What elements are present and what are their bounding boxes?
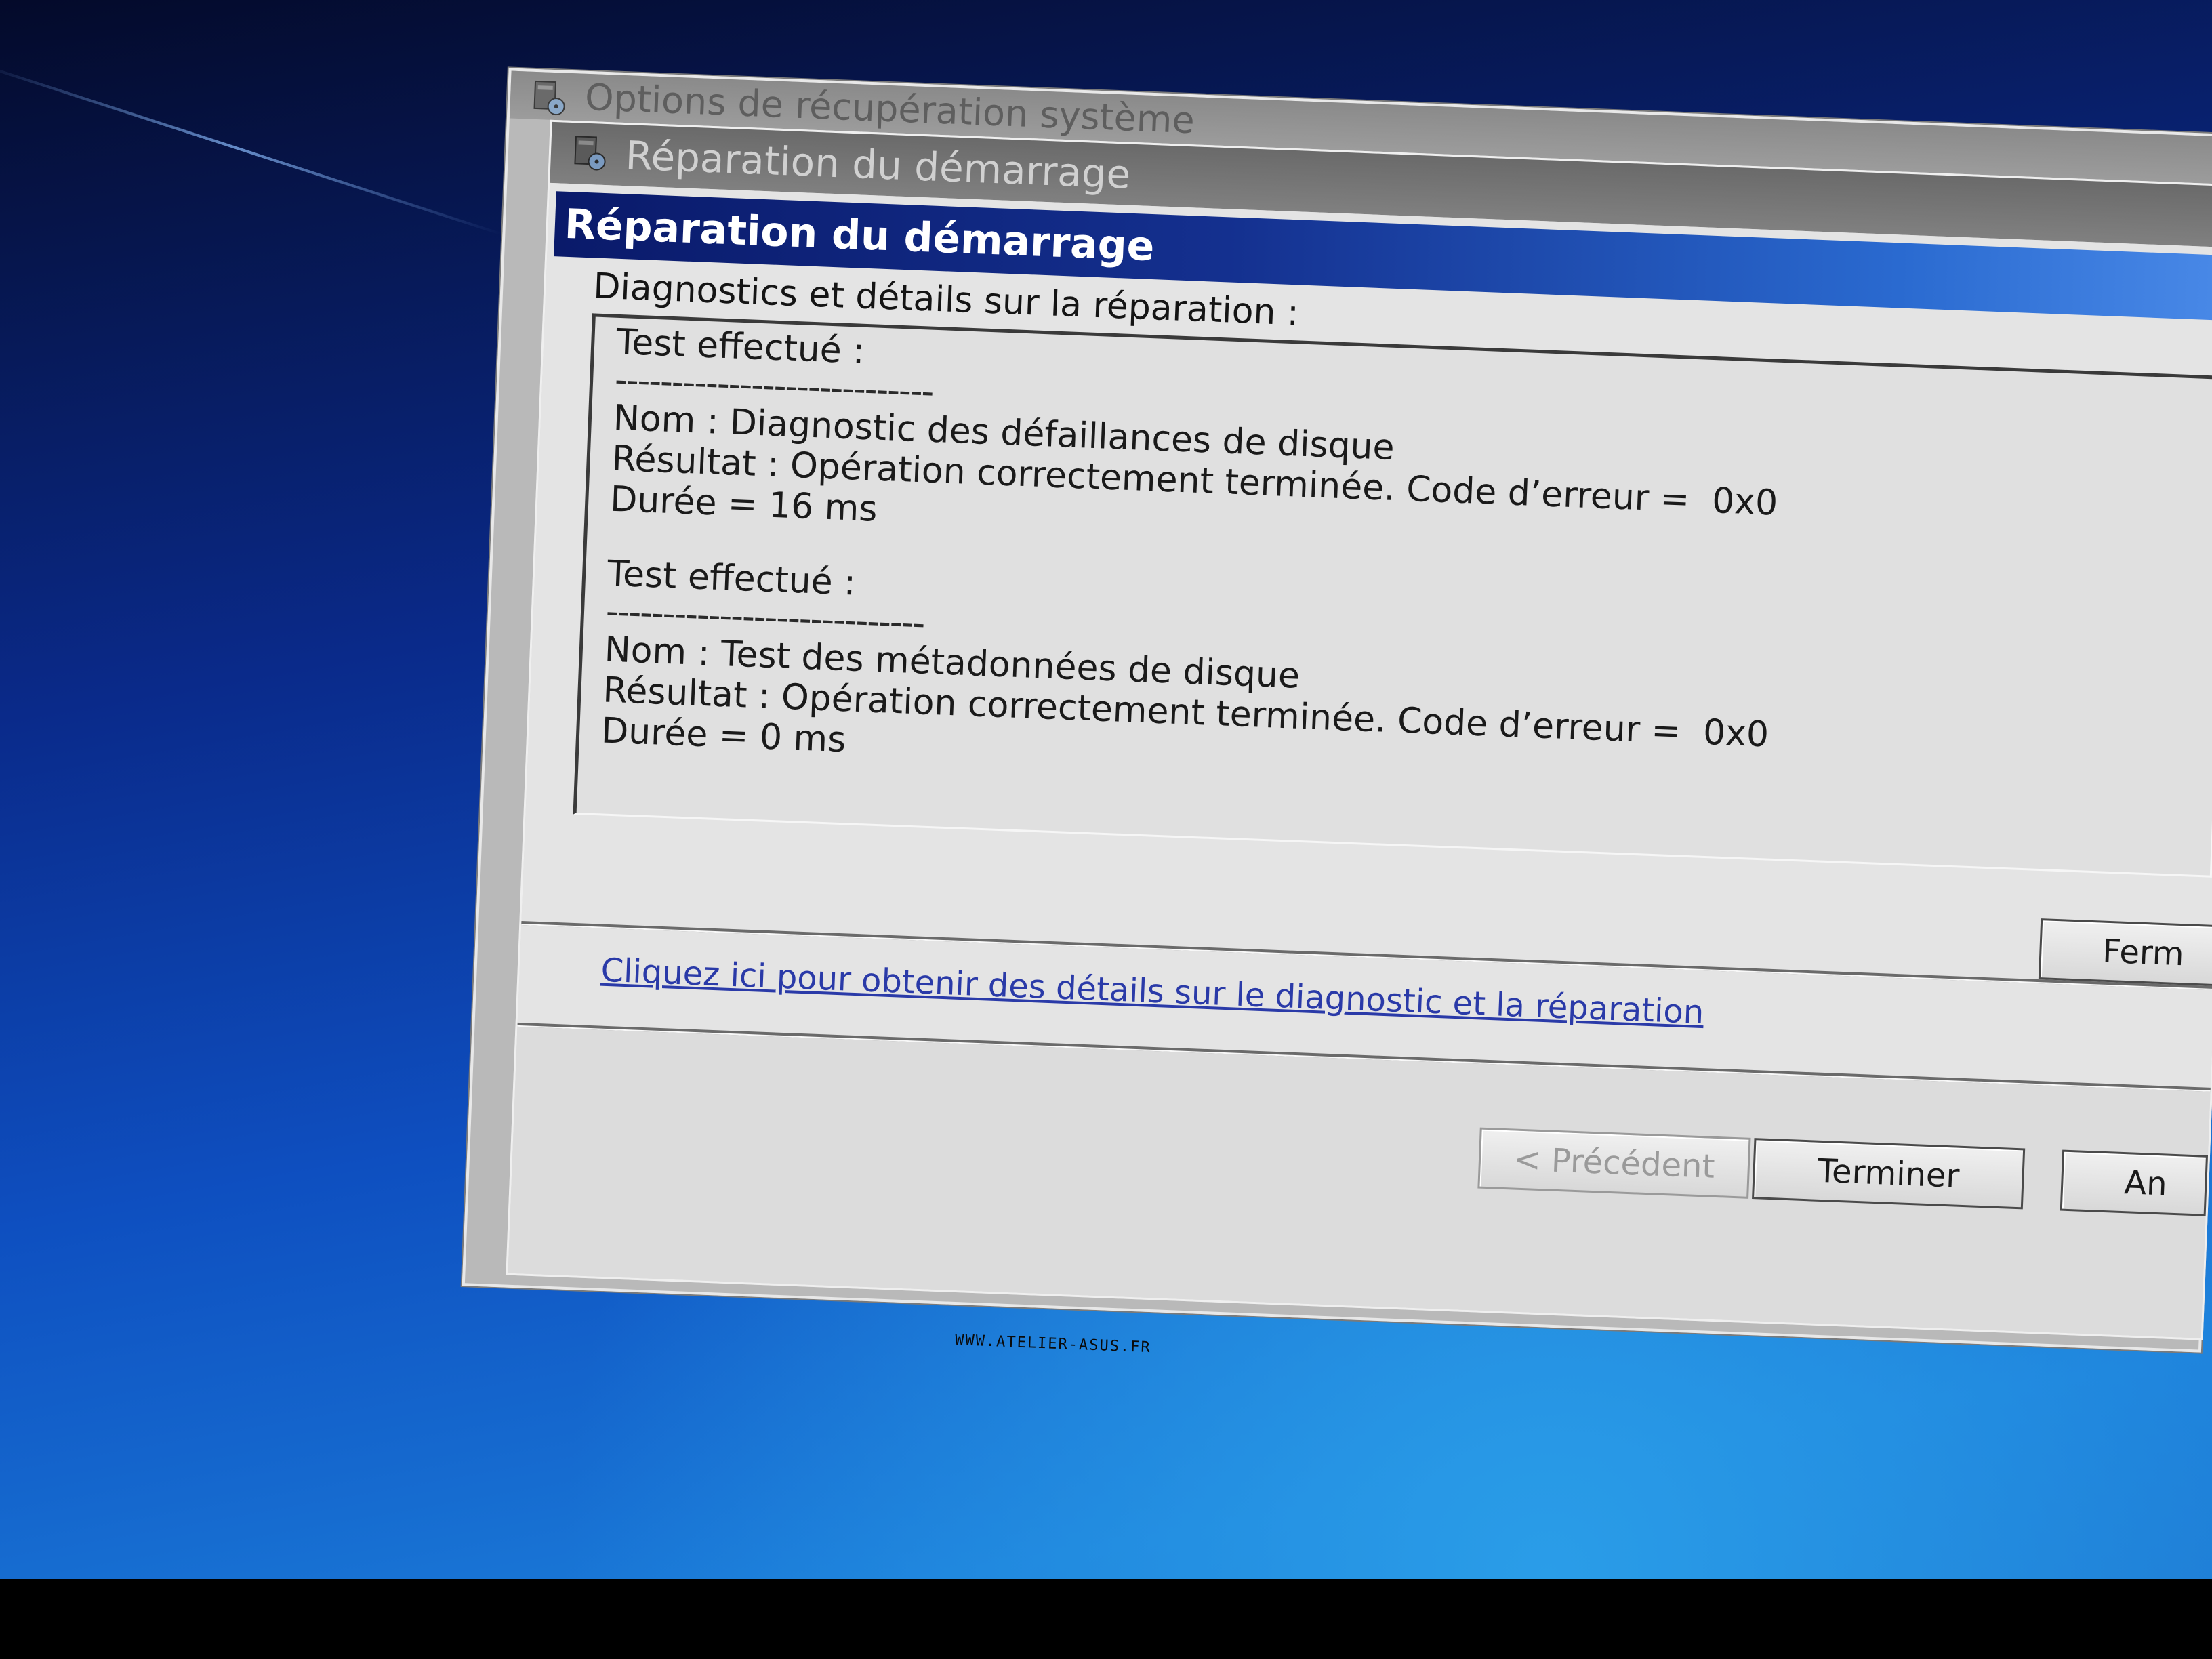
watermark-text: WWW.ATELIER-ASUS.FR: [954, 1332, 1152, 1357]
system-recovery-options-window: Options de récupération système Réparati…: [462, 68, 2212, 1353]
previous-button[interactable]: < Précédent: [1477, 1127, 1751, 1199]
computer-disk-icon: [533, 80, 565, 116]
computer-disk-icon: [574, 136, 606, 171]
footer-separator: [517, 1022, 2211, 1092]
close-details-button[interactable]: Ferm: [2038, 918, 2212, 987]
cancel-button[interactable]: An: [2060, 1149, 2209, 1216]
desktop-background: Options de récupération système Réparati…: [0, 0, 2212, 1659]
monitor-bezel: [0, 1579, 2212, 1659]
wizard-footer: < Précédent Terminer An: [508, 1022, 2211, 1338]
diagnostics-details-box[interactable]: Test effectué : ------------------------…: [573, 313, 2212, 878]
finish-button[interactable]: Terminer: [1752, 1138, 2026, 1210]
inner-window-title: Réparation du démarrage: [624, 132, 1132, 198]
startup-repair-window: Réparation du démarrage Réparation du dé…: [506, 119, 2212, 1340]
recovery-window-group: Options de récupération système Réparati…: [0, 0, 2212, 1659]
startup-repair-content: Réparation du démarrage Diagnostics et d…: [508, 182, 2212, 1338]
